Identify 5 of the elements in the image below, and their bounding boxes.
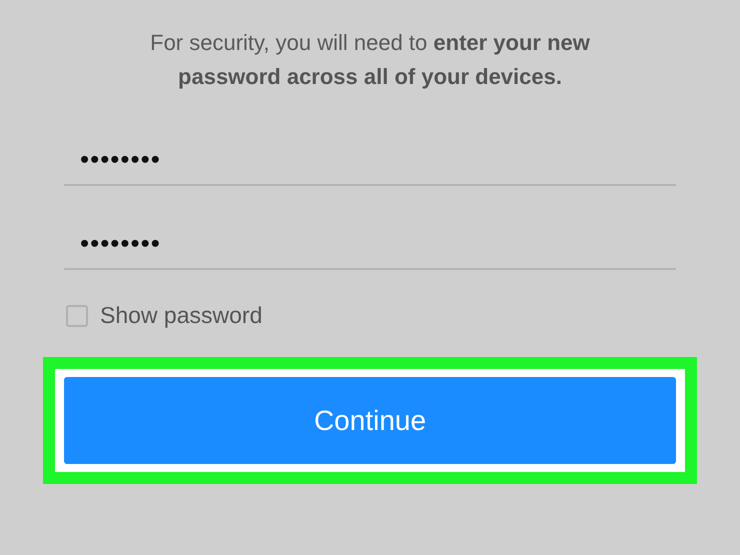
checkbox[interactable]	[66, 304, 88, 326]
password-field[interactable]: ••••••••	[64, 222, 676, 270]
password-field[interactable]: ••••••••	[64, 138, 676, 186]
security-message: For security, you will need to enter your new password across all of your devices.	[149, 29, 591, 91]
checkbox-label: Show password	[100, 302, 262, 329]
